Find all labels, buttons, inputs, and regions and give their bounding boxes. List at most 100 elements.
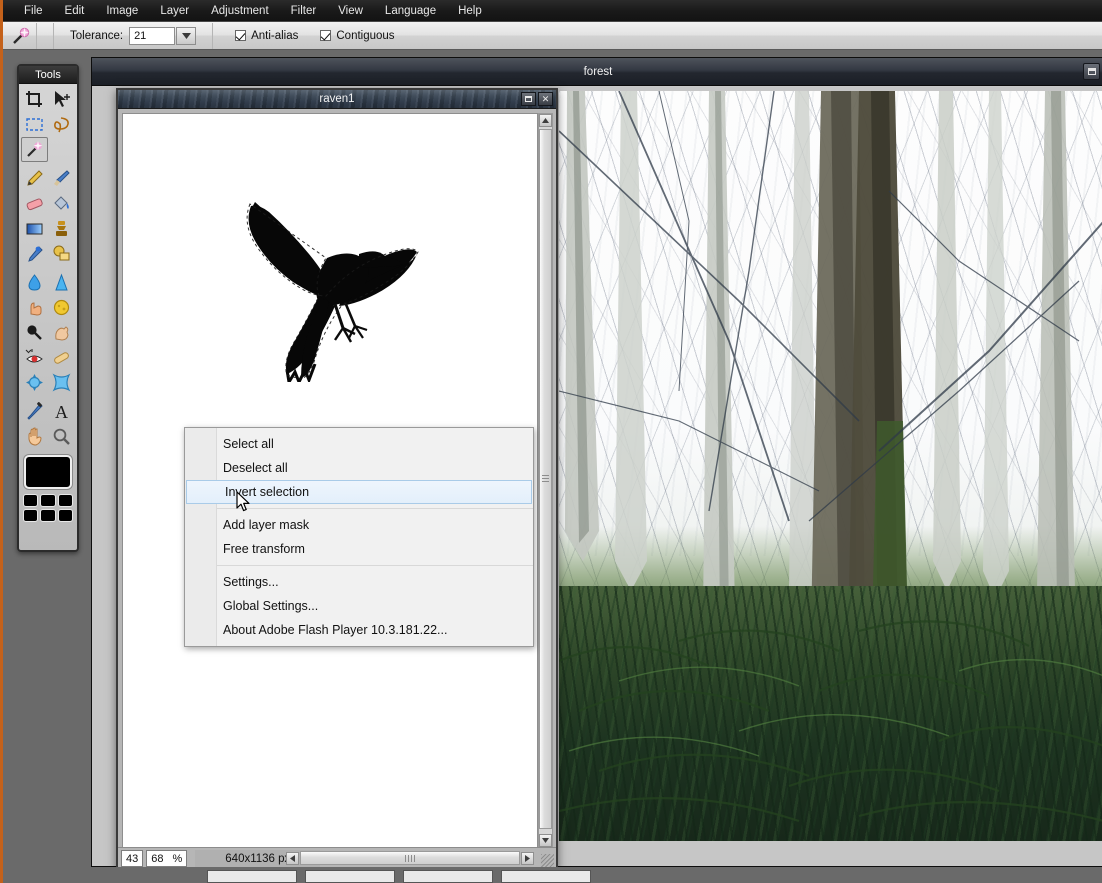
tolerance-label: Tolerance: <box>70 29 124 42</box>
raven1-window-buttons: ✕ <box>521 92 553 106</box>
shape-tool[interactable] <box>48 241 75 266</box>
sharpen-tool[interactable] <box>48 270 75 295</box>
zoom-level-field[interactable]: 68 % <box>146 850 188 867</box>
context-menu-item-settings[interactable]: Settings... <box>185 570 533 594</box>
resize-grip-icon[interactable] <box>541 854 554 867</box>
raven1-status-bar: 43 68 % 640x1136 px <box>118 847 556 869</box>
arrow-up-icon[interactable] <box>539 114 552 127</box>
fern-fronds <box>559 620 1102 823</box>
foreground-color-swatch[interactable] <box>24 455 72 489</box>
scroll-grip-icon <box>404 854 416 862</box>
zoom-value: 68 <box>151 852 164 865</box>
burn-tool[interactable] <box>21 320 48 345</box>
contiguous-label: Contiguous <box>336 29 395 42</box>
palette-swatch[interactable] <box>57 509 73 522</box>
tolerance-input[interactable]: 21 <box>129 26 176 45</box>
palette-swatch[interactable] <box>23 509 39 522</box>
menu-file[interactable]: File <box>13 2 54 20</box>
raven-bird-image <box>231 192 421 382</box>
pencil-tool[interactable] <box>21 166 48 191</box>
tool-options-bar: Tolerance: 21 Anti-alias Contiguous <box>3 22 1102 50</box>
tools-palette[interactable]: Tools A <box>17 64 79 552</box>
zoom-tool[interactable] <box>48 424 75 449</box>
blur-tool[interactable] <box>21 270 48 295</box>
spot-heal-tool[interactable] <box>21 241 48 266</box>
lasso-tool[interactable] <box>48 112 75 137</box>
forest-photograph <box>559 91 1102 841</box>
taskbar[interactable] <box>3 867 1102 883</box>
scroll-grip-icon <box>542 474 549 484</box>
magic-wand-icon <box>3 22 37 49</box>
taskbar-button[interactable] <box>305 870 395 883</box>
context-menu-item-select-all[interactable]: Select all <box>185 432 533 456</box>
clone-stamp-tool[interactable] <box>48 216 75 241</box>
hand-tool[interactable] <box>21 424 48 449</box>
context-menu-item-global-settings[interactable]: Global Settings... <box>185 594 533 618</box>
forest-window-title: forest <box>583 65 613 78</box>
arrow-left-icon[interactable] <box>286 851 299 865</box>
gradient-tool[interactable] <box>21 216 48 241</box>
context-menu-item-free-transform[interactable]: Free transform <box>185 537 533 561</box>
palette-swatch[interactable] <box>57 494 73 507</box>
context-menu-item-deselect-all[interactable]: Deselect all <box>185 456 533 480</box>
vertical-scroll-thumb[interactable] <box>539 129 552 829</box>
context-menu-separator <box>217 565 533 566</box>
menu-image[interactable]: Image <box>95 2 149 20</box>
magic-wand-tool[interactable] <box>21 137 48 162</box>
forest-title-bar[interactable]: forest <box>92 58 1102 86</box>
eyedropper-tool[interactable] <box>21 399 48 424</box>
menu-language[interactable]: Language <box>374 2 447 20</box>
context-menu[interactable]: Select all Deselect all Invert selection… <box>184 427 534 647</box>
taskbar-button[interactable] <box>501 870 591 883</box>
eraser-tool[interactable] <box>21 191 48 216</box>
close-button[interactable]: ✕ <box>538 92 553 106</box>
rectangular-marquee-tool[interactable] <box>21 112 48 137</box>
svg-text:A: A <box>55 402 68 421</box>
type-tool[interactable]: A <box>48 399 75 424</box>
menu-view[interactable]: View <box>327 2 374 20</box>
menu-help[interactable]: Help <box>447 2 493 20</box>
tools-grid: A <box>19 84 77 449</box>
raven1-vertical-scrollbar[interactable] <box>538 113 553 848</box>
crop-tool[interactable] <box>21 87 48 112</box>
pinch-tool[interactable] <box>48 370 75 395</box>
palette-swatch[interactable] <box>23 494 39 507</box>
palette-swatch[interactable] <box>40 509 56 522</box>
contiguous-checkbox[interactable]: Contiguous <box>320 29 395 42</box>
taskbar-button[interactable] <box>403 870 493 883</box>
menu-adjustment[interactable]: Adjustment <box>200 2 280 20</box>
red-eye-tool[interactable] <box>21 345 48 370</box>
bandaid-tool[interactable] <box>48 345 75 370</box>
antialias-label: Anti-alias <box>251 29 299 42</box>
options-divider-2 <box>212 22 214 49</box>
move-tool[interactable] <box>48 87 75 112</box>
chevron-down-icon[interactable] <box>176 26 197 45</box>
raven1-title-bar[interactable]: raven1 ✕ <box>118 90 556 109</box>
maximize-icon[interactable] <box>1083 63 1100 80</box>
checkmark-icon <box>235 30 247 41</box>
checkmark-icon <box>320 30 332 41</box>
antialias-checkbox[interactable]: Anti-alias <box>235 30 298 42</box>
paint-bucket-tool[interactable] <box>48 191 75 216</box>
raven1-horizontal-scrollbar[interactable] <box>286 850 534 866</box>
cursor-position-field[interactable]: 43 <box>121 850 144 867</box>
options-divider-1 <box>53 22 54 49</box>
tools-palette-title: Tools <box>19 66 77 84</box>
bloat-tool[interactable] <box>21 370 48 395</box>
menu-layer[interactable]: Layer <box>149 2 200 20</box>
dodge-tool[interactable] <box>48 320 75 345</box>
palette-swatches <box>23 494 73 522</box>
brush-tool[interactable] <box>48 166 75 191</box>
maximize-button[interactable] <box>521 92 536 106</box>
taskbar-button[interactable] <box>207 870 297 883</box>
menu-filter[interactable]: Filter <box>280 2 328 20</box>
arrow-right-icon[interactable] <box>521 851 534 865</box>
menu-edit[interactable]: Edit <box>54 2 96 20</box>
arrow-down-icon[interactable] <box>539 834 552 847</box>
palette-swatch[interactable] <box>40 494 56 507</box>
sponge-tool[interactable] <box>48 295 75 320</box>
zoom-unit: % <box>172 852 183 865</box>
horizontal-scroll-thumb[interactable] <box>300 851 520 865</box>
smudge-tool[interactable] <box>21 295 48 320</box>
context-menu-item-about-flash-player[interactable]: About Adobe Flash Player 10.3.181.22... <box>185 618 533 642</box>
